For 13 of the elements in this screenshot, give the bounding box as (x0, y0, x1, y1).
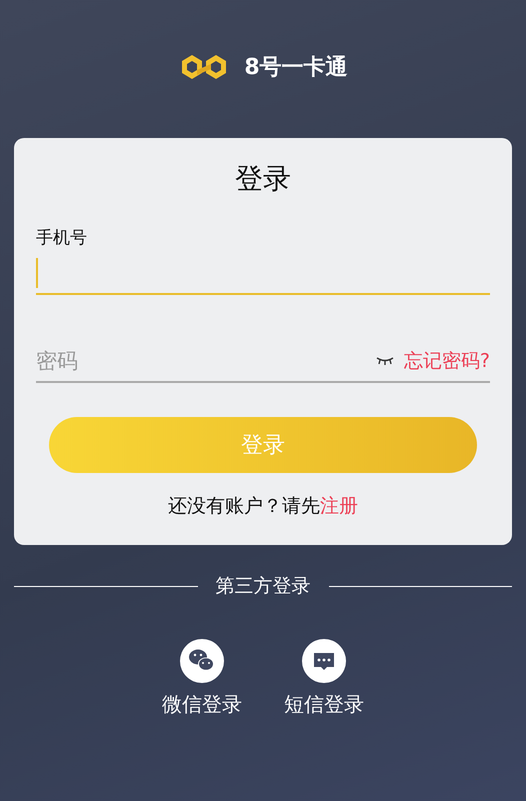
third-party-title: 第三方登录 (216, 574, 310, 599)
closed-eye-icon[interactable] (376, 357, 394, 365)
chat-bubbles-icon[interactable] (180, 639, 224, 683)
login-option-label[interactable]: 微信登录 (162, 691, 242, 718)
login-option-label[interactable]: 短信登录 (284, 691, 364, 718)
message-icon[interactable] (302, 639, 346, 683)
app-name: 8号一卡通 (244, 54, 348, 82)
register-prompt: 还没有账户？请先 (168, 495, 320, 517)
password-input-field[interactable]: 密码 忘记密码? (36, 341, 490, 383)
field-label: 手机号 (36, 227, 88, 249)
card-title: 登录 (234, 161, 292, 197)
forgot-password-link[interactable]: 忘记密码? (404, 348, 490, 374)
register-link[interactable]: 注册 (320, 495, 358, 517)
